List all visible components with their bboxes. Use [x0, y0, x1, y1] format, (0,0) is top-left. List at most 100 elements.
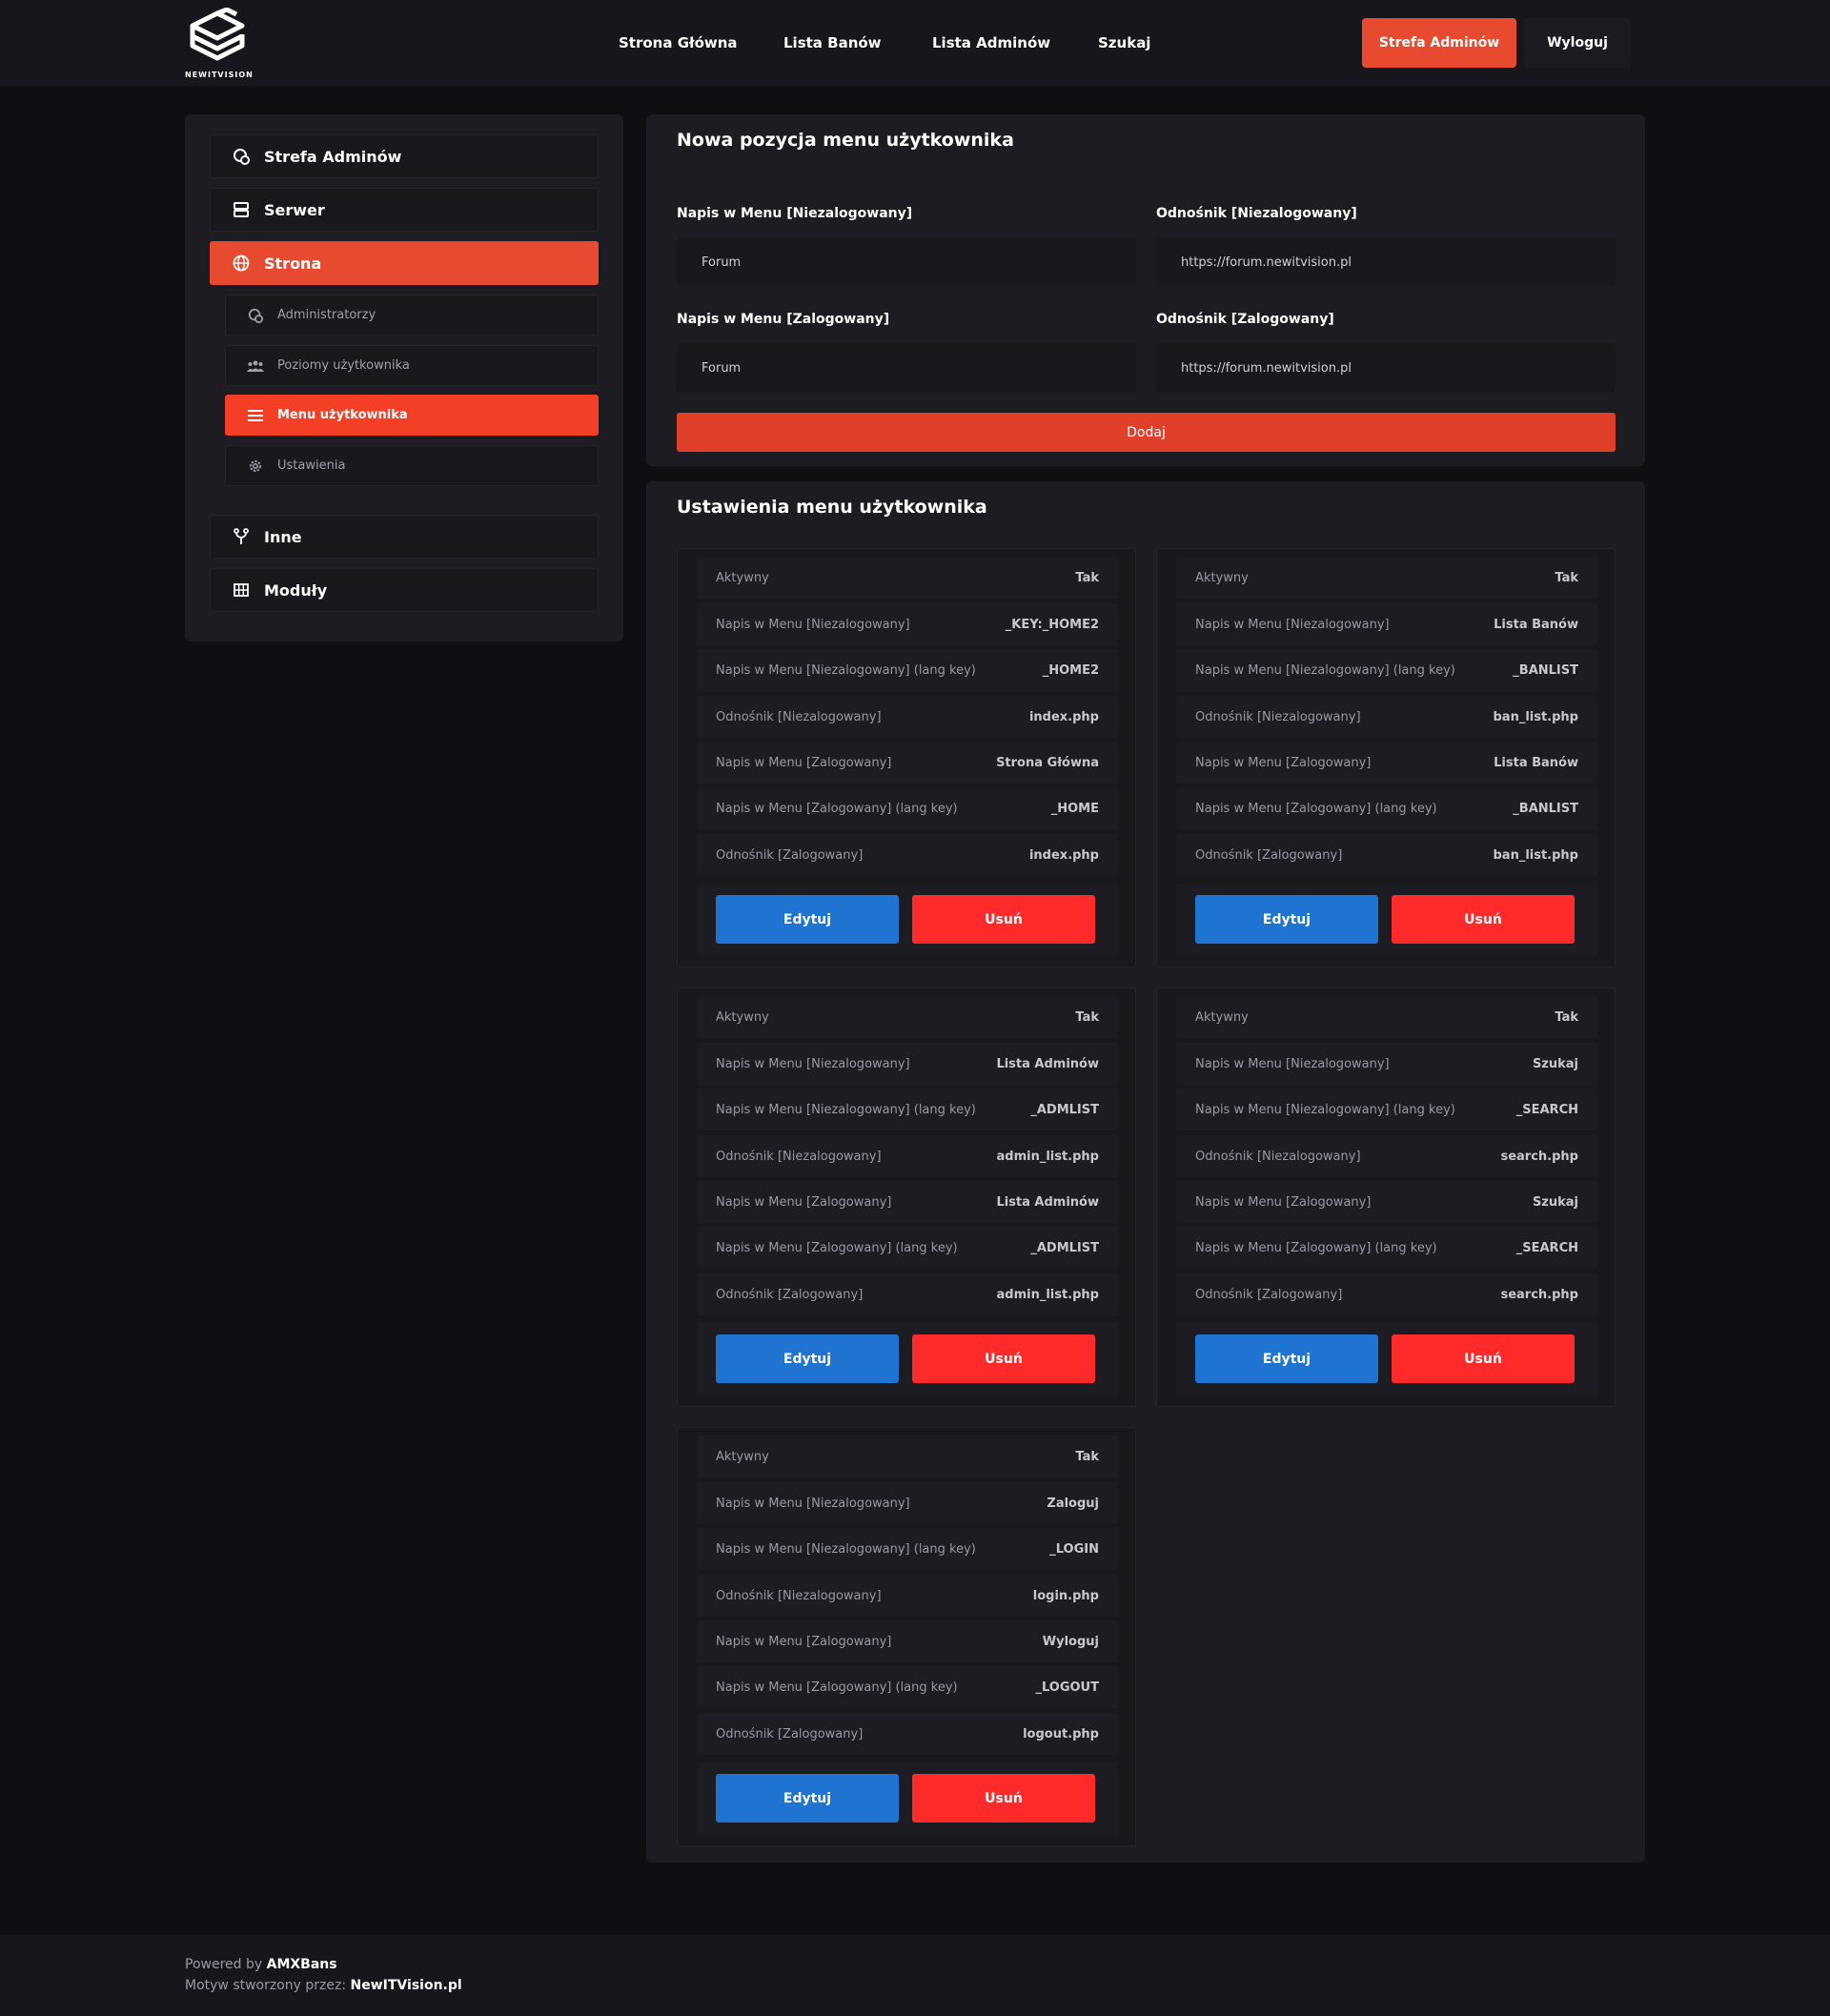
sidebar-item-page[interactable]: Strona — [210, 241, 599, 285]
sidebar-subitem-administrators[interactable]: Administratorzy — [225, 295, 599, 336]
sidebar-item-modules[interactable]: Moduły — [210, 568, 599, 612]
menu-item-card: Aktywny Tak Napis w Menu [Niezalogowany] Li… — [677, 988, 1136, 1407]
card-row: Napis w Menu [Niezalogowany] (lang key) _… — [697, 649, 1118, 691]
card-row-key: Napis w Menu [Niezalogowany] (lang key) — [716, 1541, 976, 1557]
delete-button[interactable]: Usuń — [1392, 895, 1575, 944]
card-row-value: search.php — [1500, 1149, 1578, 1164]
card-row: Napis w Menu [Niezalogowany] Zaloguj — [697, 1482, 1118, 1524]
card-row-key: Napis w Menu [Niezalogowany] — [1195, 1056, 1390, 1071]
card-row: Napis w Menu [Niezalogowany] Lista Adminó… — [697, 1043, 1118, 1085]
edit-button[interactable]: Edytuj — [1195, 895, 1378, 944]
server-icon — [232, 200, 251, 219]
sidebar-subitem-label: Poziomy użytkownika — [277, 358, 410, 373]
card-row: Napis w Menu [Niezalogowany] (lang key) _… — [1176, 649, 1597, 691]
card-row: Napis w Menu [Niezalogowany] Lista Banów — [1176, 603, 1597, 645]
card-row-value: index.php — [1028, 709, 1099, 724]
footer-powered-link[interactable]: AMXBans — [267, 1957, 337, 1972]
card-row: Napis w Menu [Niezalogowany] (lang key) _… — [1176, 1089, 1597, 1130]
card-row-value: Szukaj — [1532, 1194, 1578, 1210]
admin-zone-button[interactable]: Strefa Adminów — [1362, 18, 1516, 68]
card-row-key: Odnośnik [Niezalogowany] — [716, 709, 882, 724]
nav-admin-list[interactable]: Lista Adminów — [932, 34, 1050, 51]
card-row-key: Odnośnik [Zalogowany] — [1195, 847, 1343, 863]
card-row-key: Napis w Menu [Zalogowany] (lang key) — [1195, 1240, 1437, 1255]
nav-home[interactable]: Strona Główna — [619, 34, 738, 51]
nav-search[interactable]: Szukaj — [1098, 34, 1150, 51]
card-row: Napis w Menu [Niezalogowany] (lang key) _… — [697, 1528, 1118, 1570]
card-row: Aktywny Tak — [697, 557, 1118, 599]
card-row-key: Napis w Menu [Niezalogowany] (lang key) — [1195, 662, 1455, 678]
card-row-key: Napis w Menu [Niezalogowany] — [1195, 617, 1390, 632]
card-row: Aktywny Tak — [1176, 557, 1597, 599]
logout-button[interactable]: Wyloguj — [1524, 18, 1631, 68]
sidebar-subitem-settings[interactable]: Ustawienia — [225, 445, 599, 486]
edit-button[interactable]: Edytuj — [716, 1774, 899, 1823]
globe-icon — [232, 254, 251, 273]
sidebar-subitem-label: Menu użytkownika — [277, 408, 408, 422]
card-row: Odnośnik [Zalogowany] ban_list.php — [1176, 834, 1597, 876]
card-row-key: Aktywny — [1195, 570, 1249, 585]
nav-ban-list[interactable]: Lista Banów — [783, 34, 882, 51]
footer-powered-prefix: Powered by — [185, 1957, 263, 1972]
footer-theme-link[interactable]: NewITVision.pl — [351, 1978, 462, 1993]
menu-text-user-input[interactable] — [677, 343, 1136, 393]
footer-powered: Powered by AMXBans — [185, 1957, 337, 1972]
card-row-key: Napis w Menu [Niezalogowany] — [716, 1056, 910, 1071]
delete-button[interactable]: Usuń — [1392, 1334, 1575, 1383]
card-row-key: Odnośnik [Zalogowany] — [716, 847, 864, 863]
sidebar-subitem-user-levels[interactable]: Poziomy użytkownika — [225, 345, 599, 386]
card-row: Odnośnik [Zalogowany] search.php — [1176, 1273, 1597, 1315]
edit-button[interactable]: Edytuj — [716, 1334, 899, 1383]
menu-text-guest-input[interactable] — [677, 237, 1136, 287]
card-row: Napis w Menu [Niezalogowany] _KEY:_HOME2 — [697, 603, 1118, 645]
card-row-value: _KEY:_HOME2 — [1005, 617, 1099, 632]
card-row-value: admin_list.php — [996, 1287, 1099, 1302]
card-row-value: logout.php — [1023, 1726, 1099, 1741]
logo[interactable]: NEWITVISION — [185, 8, 254, 80]
card-row-key: Napis w Menu [Zalogowany] (lang key) — [716, 801, 958, 816]
add-button[interactable]: Dodaj — [677, 413, 1616, 452]
sidebar-subitem-user-menu[interactable]: Menu użytkownika — [225, 395, 599, 436]
link-guest-input[interactable] — [1156, 237, 1616, 287]
card-row-value: Tak — [1555, 1009, 1578, 1025]
card-row-value: index.php — [1028, 847, 1099, 863]
card-row-key: Aktywny — [1195, 1009, 1249, 1025]
footer: Powered by AMXBans Motyw stworzony przez… — [0, 1935, 1830, 2016]
card-row: Napis w Menu [Niezalogowany] Szukaj — [1176, 1043, 1597, 1085]
card-row-value: ban_list.php — [1493, 847, 1578, 863]
card-row: Odnośnik [Niezalogowany] index.php — [697, 696, 1118, 738]
label-menu-text-guest: Napis w Menu [Niezalogowany] — [677, 206, 913, 221]
card-row: Aktywny Tak — [697, 996, 1118, 1038]
card-row-key: Napis w Menu [Niezalogowany] — [716, 617, 910, 632]
edit-button[interactable]: Edytuj — [1195, 1334, 1378, 1383]
card-row-key: Napis w Menu [Zalogowany] — [716, 755, 892, 770]
menu-item-card: Aktywny Tak Napis w Menu [Niezalogowany] _K… — [677, 548, 1136, 967]
sidebar-item-admin-zone[interactable]: Strefa Adminów — [210, 134, 599, 178]
label-link-user: Odnośnik [Zalogowany] — [1156, 312, 1334, 327]
sidebar-subitem-label: Ustawienia — [277, 458, 346, 473]
delete-button[interactable]: Usuń — [912, 1334, 1095, 1383]
card-row-key: Odnośnik [Niezalogowany] — [716, 1149, 882, 1164]
delete-button[interactable]: Usuń — [912, 895, 1095, 944]
card-row: Napis w Menu [Zalogowany] (lang key) _ADM… — [697, 1227, 1118, 1269]
sidebar: Strefa Adminów Serwer Strona Administrat… — [185, 114, 623, 641]
card-row-key: Aktywny — [716, 1009, 769, 1025]
card-row: Odnośnik [Niezalogowany] login.php — [697, 1575, 1118, 1617]
delete-button[interactable]: Usuń — [912, 1774, 1095, 1823]
label-menu-text-user: Napis w Menu [Zalogowany] — [677, 312, 890, 327]
card-row: Napis w Menu [Niezalogowany] (lang key) _… — [697, 1089, 1118, 1130]
card-row: Aktywny Tak — [697, 1436, 1118, 1477]
sidebar-item-other[interactable]: Inne — [210, 515, 599, 559]
sidebar-item-label: Strefa Adminów — [264, 147, 402, 166]
link-user-input[interactable] — [1156, 343, 1616, 393]
card-row-key: Napis w Menu [Zalogowany] — [716, 1634, 892, 1649]
sidebar-item-server[interactable]: Serwer — [210, 188, 599, 232]
label-link-guest: Odnośnik [Niezalogowany] — [1156, 206, 1357, 221]
menu-item-card: Aktywny Tak Napis w Menu [Niezalogowany] Li… — [1156, 548, 1616, 967]
card-row-value: search.php — [1500, 1287, 1578, 1302]
logo-text: NEWITVISION — [185, 71, 254, 79]
card-row-key: Odnośnik [Niezalogowany] — [716, 1588, 882, 1603]
footer-theme: Motyw stworzony przez: NewITVision.pl — [185, 1978, 462, 1993]
edit-button[interactable]: Edytuj — [716, 895, 899, 944]
card-row-value: login.php — [1032, 1588, 1099, 1603]
